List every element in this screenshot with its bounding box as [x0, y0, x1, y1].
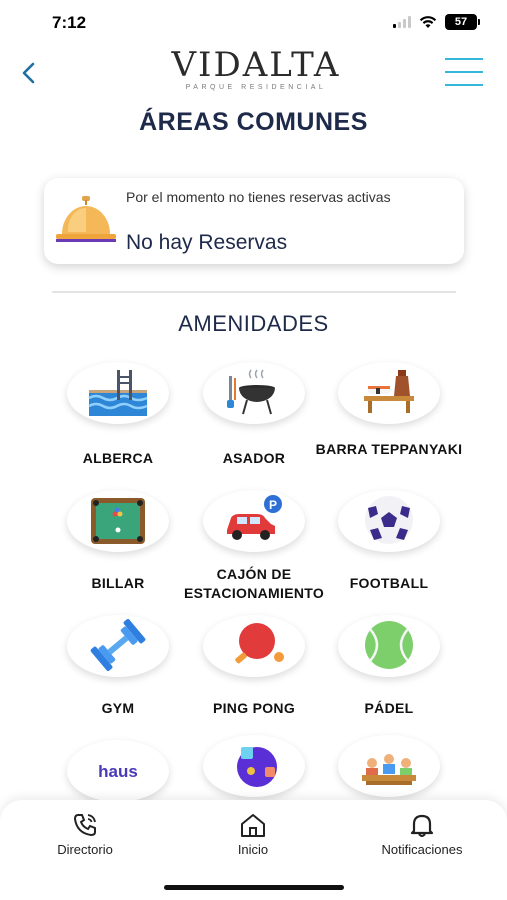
haus-logo-icon: haus — [85, 744, 151, 796]
status-time: 7:12 — [52, 13, 87, 32]
reservation-message: Por el momento no tienes reservas activa… — [126, 189, 391, 205]
hamburger-line — [445, 84, 483, 86]
cellular-signal-icon — [393, 16, 411, 28]
amenity-label: GYM — [101, 700, 135, 716]
reservation-status: No hay Reservas — [126, 231, 288, 254]
amenity-label: ASADOR — [222, 450, 286, 466]
amenity-label: ALBERCA — [82, 450, 154, 466]
svg-text:P: P — [269, 498, 277, 512]
hamburger-line — [445, 58, 483, 60]
amenities-section-title: AMENIDADES — [178, 311, 329, 336]
phone-icon — [73, 814, 96, 837]
game-icon — [237, 747, 277, 787]
teppanyaki-icon — [364, 370, 414, 413]
divider — [52, 291, 456, 293]
chevron-left-icon — [22, 62, 35, 84]
menu-button[interactable] — [445, 58, 483, 88]
amenity-label: BILLAR — [91, 575, 145, 591]
back-button[interactable] — [16, 58, 42, 88]
soccer-ball-icon — [365, 496, 413, 544]
amenity-label: CAJÓN DE ESTACIONAMIENTO — [183, 566, 325, 601]
meeting-table-icon — [362, 754, 416, 785]
reservation-status-card[interactable]: Por el momento no tienes reservas activa… — [44, 178, 464, 264]
status-icons: 57 — [393, 14, 480, 30]
bell-icon — [410, 814, 434, 837]
nav-label: Inicio — [237, 842, 269, 857]
grill-icon — [227, 369, 275, 415]
amenity-label: FOOTBALL — [349, 575, 429, 591]
nav-directorio[interactable]: Directorio — [20, 812, 150, 857]
wifi-icon — [419, 16, 437, 28]
pool-icon — [88, 370, 148, 416]
reception-bell-icon — [56, 196, 116, 242]
nav-label: Directorio — [57, 842, 113, 857]
battery-icon: 57 — [445, 14, 480, 30]
vidalta-logo: VIDALTA PARQUE RESIDENCIAL — [166, 48, 346, 91]
nav-notificaciones[interactable]: Notificaciones — [357, 812, 487, 857]
app-header: VIDALTA PARQUE RESIDENCIAL — [0, 44, 507, 106]
tennis-ball-icon — [365, 621, 413, 669]
ping-pong-icon — [235, 623, 284, 664]
amenity-label: BARRA TEPPANYAKI — [315, 441, 463, 457]
logo-subtitle: PARQUE RESIDENCIAL — [185, 84, 327, 91]
home-indicator[interactable] — [164, 885, 344, 890]
hamburger-line — [445, 71, 483, 73]
home-icon — [241, 814, 265, 837]
amenity-label: PÁDEL — [364, 700, 414, 716]
dumbbell-icon — [90, 619, 146, 671]
haus-logo-text: haus — [98, 762, 138, 781]
nav-label: Notificaciones — [381, 842, 463, 857]
amenity-label: PING PONG — [212, 700, 296, 716]
logo-text: VIDALTA — [171, 45, 341, 85]
billiards-icon — [91, 498, 145, 544]
status-bar: 7:12 57 — [0, 0, 507, 44]
page-title: ÁREAS COMUNES — [139, 108, 368, 136]
parking-icon: P — [227, 495, 282, 540]
nav-inicio[interactable]: Inicio — [188, 812, 318, 857]
